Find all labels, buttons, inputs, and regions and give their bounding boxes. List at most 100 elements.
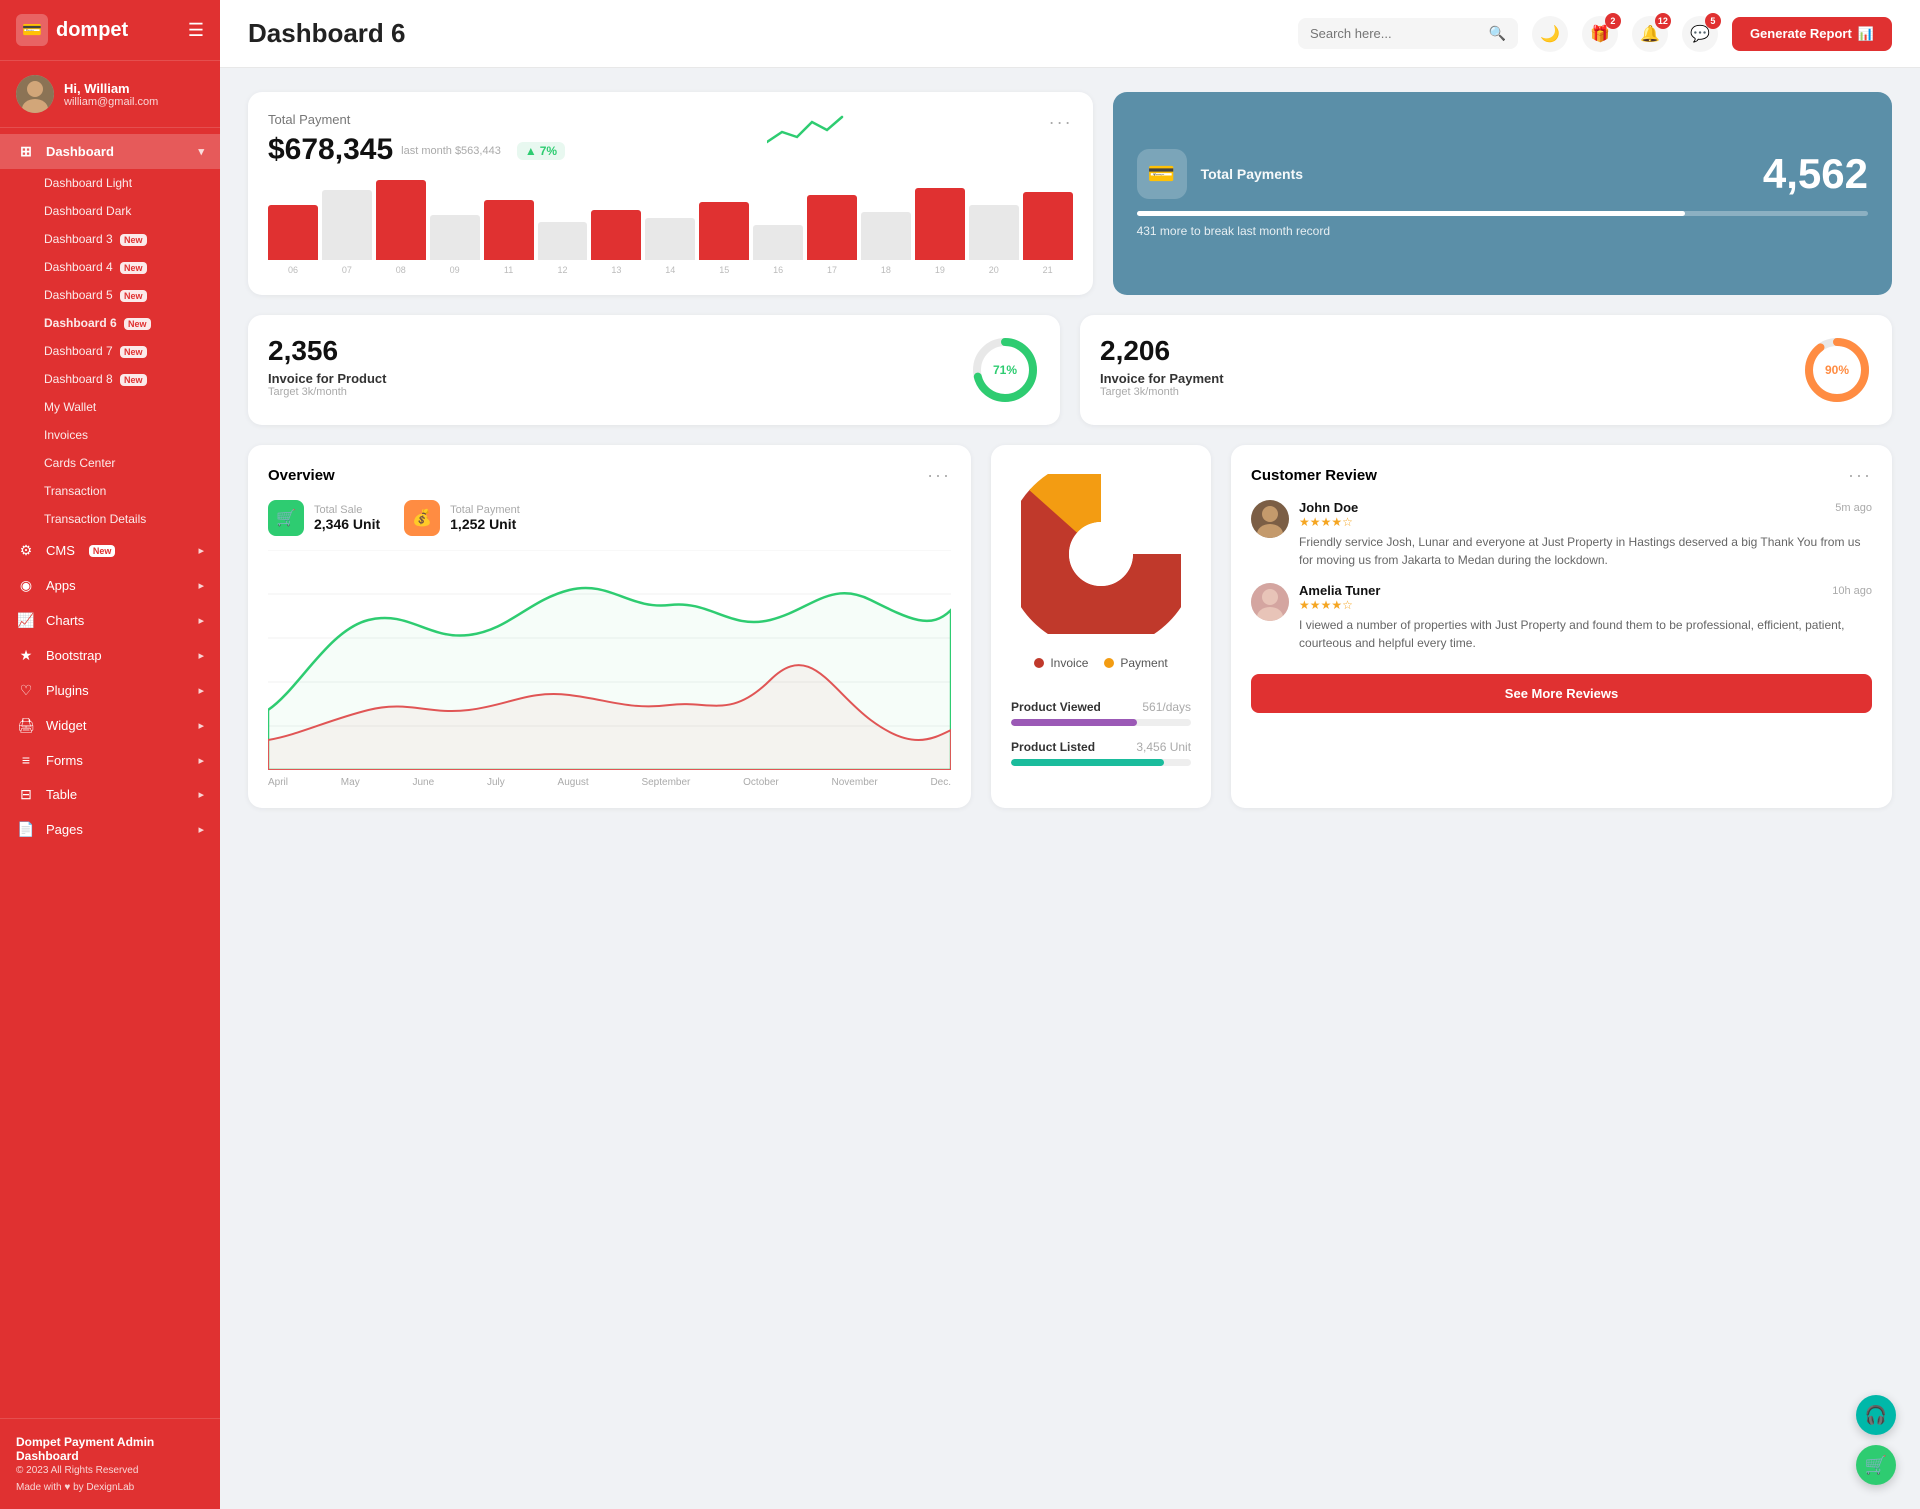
see-more-reviews-button[interactable]: See More Reviews [1251, 674, 1872, 713]
user-greeting: Hi, William [64, 81, 158, 96]
total-payment-card: Total Payment $678,345 last month $563,4… [248, 92, 1093, 295]
sidebar-item-forms-label: Forms [46, 753, 83, 768]
product-listed-row: Product Listed 3,456 Unit [1011, 740, 1191, 766]
sidebar-item-dashboard[interactable]: ⊞ Dashboard ▾ [0, 134, 220, 169]
bar [591, 210, 641, 260]
total-payment-title: Total Payment [268, 112, 565, 127]
sidebar-sub-invoices[interactable]: Invoices [0, 421, 220, 449]
reviewer-time-2: 10h ago [1832, 585, 1872, 597]
bar-group: 19 [915, 188, 965, 275]
sidebar-sub-dashboard-dark[interactable]: Dashboard Dark [0, 197, 220, 225]
notification-button[interactable]: 🔔 12 [1632, 16, 1668, 52]
payment-legend-dot [1104, 658, 1114, 668]
cart-icon: 🛒 [1865, 1455, 1887, 1476]
total-payments-progress [1137, 211, 1868, 216]
chevron-right-icon-widget: ▸ [198, 719, 204, 732]
reviewer-avatar-1 [1251, 500, 1289, 538]
total-payments-label: Total Payments [1201, 166, 1303, 182]
sidebar-item-charts[interactable]: 📈 Charts ▸ [0, 603, 220, 638]
message-button[interactable]: 💬 5 [1682, 16, 1718, 52]
reviewer-time-1: 5m ago [1835, 502, 1872, 514]
sidebar-item-forms[interactable]: ≡ Forms ▸ [0, 743, 220, 777]
moon-icon: 🌙 [1540, 24, 1560, 44]
topbar: Dashboard 6 🔍 🌙 🎁 2 🔔 12 💬 5 Gen [220, 0, 1920, 68]
bar-group: 16 [753, 225, 803, 275]
chevron-right-icon-pages: ▸ [198, 823, 204, 836]
hamburger-button[interactable]: ☰ [188, 20, 204, 41]
product-viewed-value: 561/days [1142, 700, 1191, 714]
bar-chart-icon: 📊 [1858, 26, 1874, 42]
support-float-button[interactable]: 🎧 [1856, 1395, 1896, 1435]
sidebar-item-plugins[interactable]: ♡ Plugins ▸ [0, 673, 220, 708]
overview-header: Overview ··· [268, 465, 951, 486]
sidebar-sub-dashboard-4[interactable]: Dashboard 4 New [0, 253, 220, 281]
invoice-product-label: Invoice for Product [268, 371, 386, 386]
search-input[interactable] [1310, 26, 1481, 41]
dark-mode-button[interactable]: 🌙 [1532, 16, 1568, 52]
sidebar-item-table[interactable]: ⊟ Table ▸ [0, 777, 220, 812]
x-label-dec: Dec. [930, 777, 951, 788]
product-listed-value: 3,456 Unit [1136, 740, 1191, 754]
sidebar-sub-dashboard-light[interactable]: Dashboard Light [0, 169, 220, 197]
sidebar-sub-cards-center[interactable]: Cards Center [0, 449, 220, 477]
more-options-button[interactable]: ··· [1049, 112, 1073, 133]
sidebar-sub-transaction[interactable]: Transaction [0, 477, 220, 505]
sidebar-item-apps-label: Apps [46, 578, 76, 593]
area-chart: April May June July August September Oct… [268, 550, 951, 788]
reviewer-name-2: Amelia Tuner [1299, 583, 1380, 598]
overview-more-button[interactable]: ··· [927, 465, 951, 486]
total-overview-payment-value: 1,252 Unit [450, 516, 520, 532]
sidebar-sub-dashboard-8[interactable]: Dashboard 8 New [0, 365, 220, 393]
sidebar-item-bootstrap[interactable]: ★ Bootstrap ▸ [0, 638, 220, 673]
sidebar-item-pages[interactable]: 📄 Pages ▸ [0, 812, 220, 847]
trend-percent: 7% [540, 144, 557, 158]
total-payment-stat: 💰 Total Payment 1,252 Unit [404, 500, 520, 536]
chevron-right-icon: ▸ [198, 544, 204, 557]
bar-label: 17 [827, 265, 837, 275]
sidebar-sub-dashboard-7[interactable]: Dashboard 7 New [0, 337, 220, 365]
sidebar-sub-dashboard-5[interactable]: Dashboard 5 New [0, 281, 220, 309]
footer-copyright: © 2023 All Rights Reserved [16, 1465, 204, 1476]
area-chart-svg [268, 550, 951, 770]
total-payment-amount: $678,345 [268, 133, 393, 167]
chevron-right-icon-bootstrap: ▸ [198, 649, 204, 662]
review-title: Customer Review [1251, 467, 1377, 484]
bar-label: 07 [342, 265, 352, 275]
pie-legend: Invoice Payment [1034, 656, 1167, 670]
sidebar-sub-dashboard-6[interactable]: Dashboard 6 New [0, 309, 220, 337]
invoice-payment-amount: 2,206 [1100, 335, 1224, 367]
sidebar-sub-transaction-details[interactable]: Transaction Details [0, 505, 220, 533]
bar-group: 09 [430, 215, 480, 275]
sidebar-item-cms[interactable]: ⚙ CMS New ▸ [0, 533, 220, 568]
bar-group: 07 [322, 190, 372, 275]
bar [484, 200, 534, 260]
review-more-button[interactable]: ··· [1848, 465, 1872, 486]
gift-button[interactable]: 🎁 2 [1582, 16, 1618, 52]
bar-group: 12 [538, 222, 588, 275]
review-item-1: John Doe 5m ago ★★★★☆ Friendly service J… [1251, 500, 1872, 569]
bar-group: 13 [591, 210, 641, 275]
row-2: 2,356 Invoice for Product Target 3k/mont… [248, 315, 1892, 425]
sidebar-item-widget[interactable]: 🖨 Widget ▸ [0, 708, 220, 743]
trend-line-chart [767, 112, 847, 147]
sidebar-sub-my-wallet[interactable]: My Wallet [0, 393, 220, 421]
overview-stats: 🛒 Total Sale 2,346 Unit 💰 Total Payment … [268, 500, 951, 536]
wallet-icon: 💳 [1137, 149, 1187, 199]
payment-legend-label: Payment [1120, 656, 1167, 670]
reviewer-text-1: Friendly service Josh, Lunar and everyon… [1299, 533, 1872, 569]
sidebar-user: Hi, William william@gmail.com [0, 61, 220, 128]
bar [645, 218, 695, 260]
sidebar-item-dashboard-label: Dashboard [46, 144, 114, 159]
sidebar-item-charts-label: Charts [46, 613, 84, 628]
bar [807, 195, 857, 260]
sidebar-item-apps[interactable]: ◉ Apps ▸ [0, 568, 220, 603]
sidebar-item-table-label: Table [46, 787, 77, 802]
cart-float-button[interactable]: 🛒 [1856, 1445, 1896, 1485]
headset-icon: 🎧 [1865, 1405, 1887, 1426]
sidebar-item-cms-label: CMS [46, 543, 75, 558]
generate-report-button[interactable]: Generate Report 📊 [1732, 17, 1892, 51]
sidebar-sub-dashboard-3[interactable]: Dashboard 3 New [0, 225, 220, 253]
invoice-product-donut: 71% [970, 335, 1040, 405]
bar-label: 19 [935, 265, 945, 275]
total-sale-label: Total Sale [314, 504, 380, 516]
